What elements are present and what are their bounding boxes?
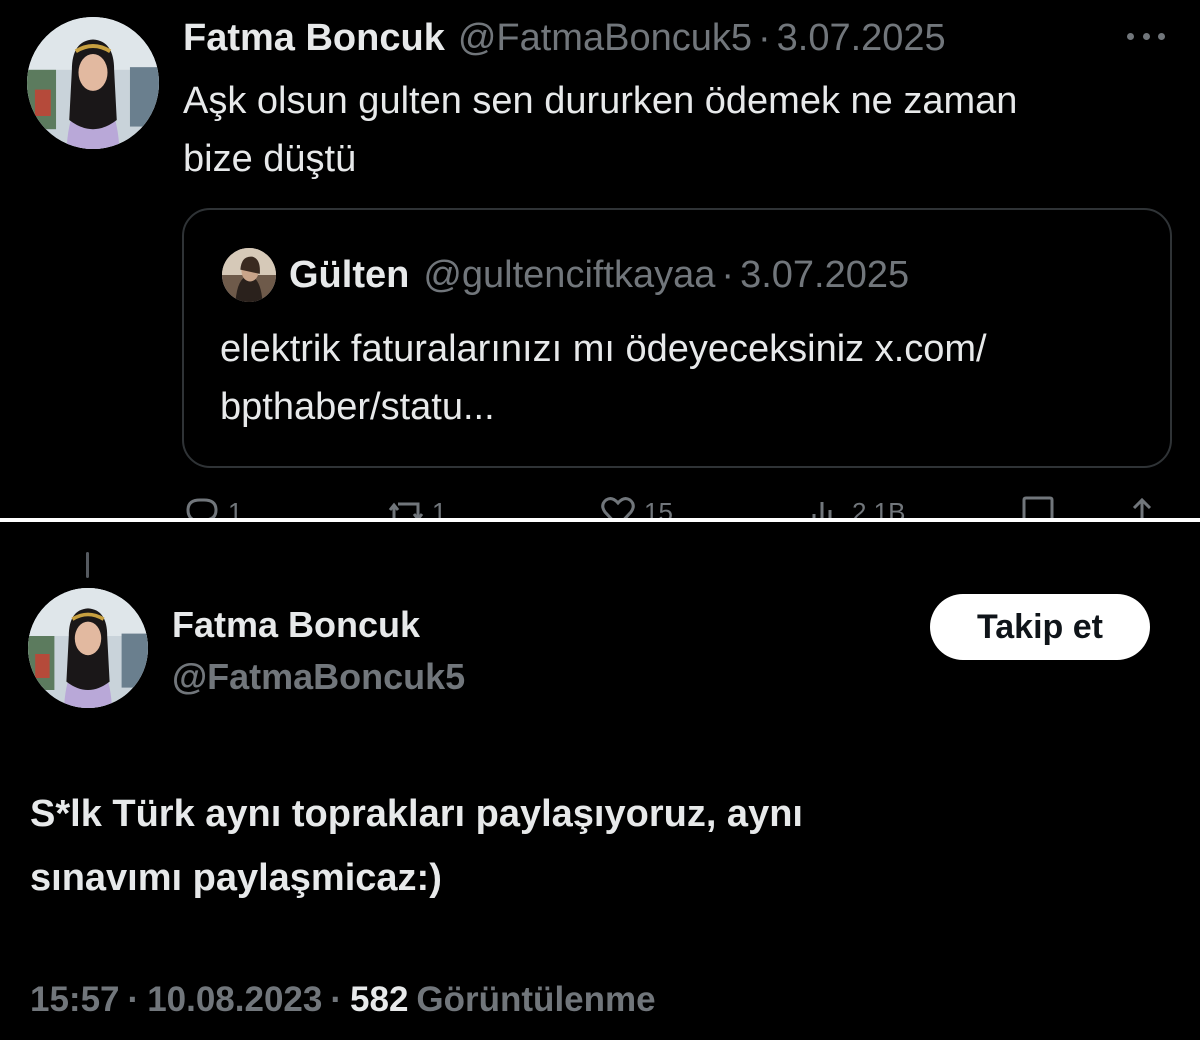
views-count: 582 bbox=[350, 980, 409, 1019]
share-button[interactable] bbox=[1122, 492, 1162, 518]
tweet-action-bar: 1 1 15 2,1B bbox=[0, 492, 1200, 518]
separator-dot: · bbox=[127, 980, 140, 1019]
tweet-text-line: bize düştü bbox=[183, 138, 357, 180]
tweet-text-line: Aşk olsun gulten sen dururken ödemek ne … bbox=[183, 80, 1018, 122]
views-chart-icon bbox=[812, 502, 832, 518]
reply-count: 1 bbox=[228, 496, 243, 519]
tweet-text-line: S*lk Türk aynı toprakları paylaşıyoruz, … bbox=[30, 793, 803, 835]
views-label: Görüntülenme bbox=[416, 980, 656, 1019]
tweet-date[interactable]: 3.07.2025 bbox=[777, 17, 946, 60]
share-icon bbox=[1132, 497, 1152, 518]
quoted-tweet-date[interactable]: 3.07.2025 bbox=[740, 254, 909, 297]
retweet-button[interactable]: 1 bbox=[386, 492, 446, 518]
quoted-text-line: bpthaber/statu... bbox=[220, 386, 495, 428]
retweet-icon bbox=[388, 502, 424, 518]
tweet-text-line: sınavımı paylaşmicaz:) bbox=[30, 857, 442, 899]
bookmark-button[interactable] bbox=[1018, 492, 1058, 518]
quoted-author-handle[interactable]: @gultenciftkayaa bbox=[423, 254, 715, 297]
author-name[interactable]: Fatma Boncuk bbox=[172, 604, 420, 646]
reply-button[interactable]: 1 bbox=[182, 492, 242, 518]
thread-connector-line bbox=[86, 552, 89, 578]
like-button[interactable]: 15 bbox=[598, 492, 673, 518]
quoted-tweet-text: elektrik faturalarınızı mı ödeyeceksiniz… bbox=[220, 320, 1150, 436]
avatar-photo bbox=[27, 17, 159, 149]
tweet-text: Aşk olsun gulten sen dururken ödemek ne … bbox=[183, 72, 1183, 188]
avatar-photo bbox=[28, 588, 148, 708]
top-tweet: Fatma Boncuk @FatmaBoncuk5 · 3.07.2025 A… bbox=[0, 0, 1200, 518]
author-handle[interactable]: @FatmaBoncuk5 bbox=[458, 17, 752, 60]
tweet-date[interactable]: 10.08.2023 bbox=[147, 980, 322, 1020]
like-count: 15 bbox=[644, 496, 673, 519]
avatar[interactable] bbox=[27, 17, 159, 149]
bottom-tweet: Fatma Boncuk @FatmaBoncuk5 Takip et S*lk… bbox=[0, 522, 1200, 1040]
tweet-time[interactable]: 15:57 bbox=[30, 980, 120, 1020]
separator-dot: · bbox=[330, 980, 343, 1019]
retweet-count: 1 bbox=[432, 496, 447, 519]
quoted-tweet-header: Gülten @gultenciftkayaa · 3.07.2025 bbox=[289, 248, 909, 302]
heart-icon bbox=[601, 497, 635, 518]
separator-dot: · bbox=[721, 253, 735, 296]
quoted-avatar-photo bbox=[222, 248, 276, 302]
tweet-header: Fatma Boncuk @FatmaBoncuk5 · 3.07.2025 bbox=[183, 12, 946, 64]
views-count: 2,1B bbox=[852, 496, 906, 519]
follow-button[interactable]: Takip et bbox=[930, 594, 1150, 660]
tweet-meta: 15:57 · 10.08.2023 · 582 Görüntülenme bbox=[30, 980, 656, 1020]
reply-icon bbox=[186, 498, 218, 518]
tweet-text: S*lk Türk aynı toprakları paylaşıyoruz, … bbox=[30, 782, 1130, 910]
quoted-tweet-card[interactable]: Gülten @gultenciftkayaa · 3.07.2025 elek… bbox=[182, 208, 1172, 468]
views-button[interactable]: 2,1B bbox=[806, 492, 906, 518]
author-handle[interactable]: @FatmaBoncuk5 bbox=[172, 656, 465, 698]
more-horizontal-icon[interactable] bbox=[1124, 22, 1168, 50]
quoted-text-line: elektrik faturalarınızı mı ödeyeceksiniz… bbox=[220, 328, 987, 370]
quoted-author-name[interactable]: Gülten bbox=[289, 254, 409, 297]
bookmark-icon bbox=[1022, 496, 1054, 518]
author-name[interactable]: Fatma Boncuk bbox=[183, 17, 445, 60]
separator-dot: · bbox=[757, 16, 771, 59]
avatar[interactable] bbox=[28, 588, 148, 708]
quoted-avatar[interactable] bbox=[222, 248, 276, 302]
